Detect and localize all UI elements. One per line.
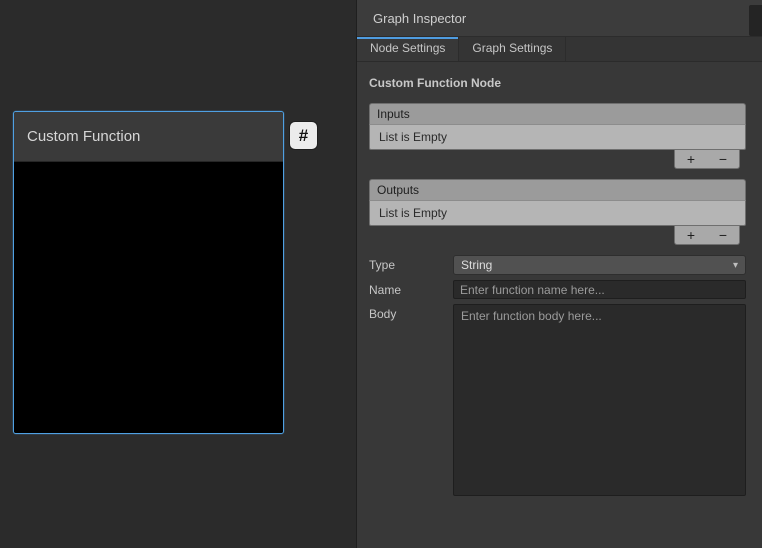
- inputs-list-footer: + −: [674, 150, 740, 169]
- type-dropdown-value: String: [461, 258, 492, 272]
- hash-icon: #: [299, 126, 308, 146]
- function-name-input[interactable]: [453, 280, 746, 299]
- name-label: Name: [369, 283, 453, 297]
- type-dropdown[interactable]: String ▾: [453, 255, 746, 275]
- graph-inspector-panel: Graph Inspector Node Settings Graph Sett…: [356, 0, 762, 548]
- function-body-textarea[interactable]: [453, 304, 746, 496]
- inputs-empty-row: List is Empty: [369, 124, 746, 150]
- outputs-empty-label: List is Empty: [379, 206, 447, 220]
- outputs-empty-row: List is Empty: [369, 200, 746, 226]
- chevron-down-icon: ▾: [733, 260, 738, 271]
- graph-canvas[interactable]: Custom Function #: [0, 0, 356, 548]
- section-title: Custom Function Node: [369, 76, 746, 90]
- tab-node-settings[interactable]: Node Settings: [357, 37, 459, 61]
- inputs-empty-label: List is Empty: [379, 130, 447, 144]
- inputs-remove-button[interactable]: −: [710, 152, 736, 166]
- inputs-add-button[interactable]: +: [678, 152, 704, 166]
- inspector-title-bar: Graph Inspector: [357, 0, 762, 37]
- body-field-row: Body: [369, 304, 746, 496]
- tab-graph-settings[interactable]: Graph Settings: [459, 37, 566, 61]
- hash-badge: #: [290, 122, 317, 149]
- scrollbar-track: [749, 5, 762, 36]
- type-label: Type: [369, 258, 453, 272]
- outputs-list-footer: + −: [674, 226, 740, 245]
- outputs-add-button[interactable]: +: [678, 228, 704, 242]
- inspector-content: Custom Function Node Inputs List is Empt…: [357, 76, 762, 496]
- panel-title: Graph Inspector: [373, 11, 466, 26]
- body-label: Body: [369, 304, 453, 321]
- inputs-list-header: Inputs: [369, 103, 746, 124]
- node-header[interactable]: Custom Function: [14, 112, 283, 162]
- name-field-row: Name: [369, 280, 746, 299]
- outputs-remove-button[interactable]: −: [710, 228, 736, 242]
- type-field-row: Type String ▾: [369, 255, 746, 275]
- inputs-list: Inputs List is Empty + −: [369, 103, 746, 169]
- custom-function-node[interactable]: Custom Function: [13, 111, 284, 434]
- tab-bar: Node Settings Graph Settings: [357, 37, 762, 62]
- outputs-list: Outputs List is Empty + −: [369, 179, 746, 245]
- outputs-list-header: Outputs: [369, 179, 746, 200]
- node-preview: [14, 162, 283, 433]
- node-title: Custom Function: [27, 128, 140, 145]
